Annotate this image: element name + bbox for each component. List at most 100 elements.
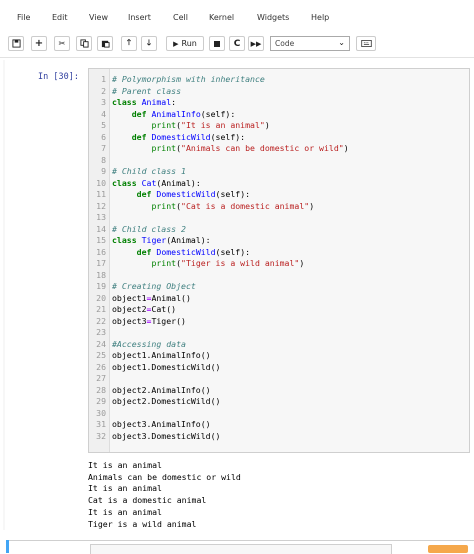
menu-cell[interactable]: Cell	[173, 13, 188, 22]
code-line[interactable]: 16 def DomesticWild(self):	[89, 247, 469, 259]
cell-type-select[interactable]: Code ⌄	[270, 36, 350, 51]
run-icon: ▶	[173, 39, 179, 48]
code-line[interactable]: 19 # Creating Object	[89, 281, 469, 293]
menu-help[interactable]: Help	[311, 13, 329, 22]
code-text: def DomesticWild(self):	[136, 246, 251, 257]
output-line: Tiger is a wild animal	[88, 518, 197, 529]
line-number: 21	[96, 304, 106, 314]
code-line[interactable]: 22 object3=Tiger()	[89, 316, 469, 328]
code-text: object3.DomesticWild()	[112, 430, 221, 441]
code-line[interactable]: 26 object1.DomesticWild()	[89, 362, 469, 374]
code-text: class Cat(Animal):	[112, 177, 201, 188]
toolbar: + ✂ 🡑 🡓 ▶ Run C ▶▶ Code ⌄	[0, 30, 474, 56]
run-label: Run	[181, 39, 197, 48]
code-text: object3=Tiger()	[112, 315, 186, 326]
line-number: 28	[96, 384, 106, 395]
code-line[interactable]: 23	[89, 327, 469, 339]
restart-button[interactable]: C	[229, 36, 245, 51]
code-line[interactable]: 12 print("Cat is a domestic animal")	[89, 201, 469, 213]
line-number: 32	[96, 430, 106, 441]
code-text: object1=Animal()	[112, 292, 191, 303]
line-number: 23	[96, 327, 106, 337]
paste-button[interactable]	[97, 36, 113, 51]
code-line[interactable]: 1 # Polymorphism with inheritance	[89, 74, 469, 86]
code-line[interactable]: 31 object3.AnimalInfo()	[89, 419, 469, 431]
input-prompt: In [30]:	[38, 72, 79, 82]
code-line[interactable]: 25 object1.AnimalInfo()	[89, 350, 469, 362]
move-down-button[interactable]: 🡓	[141, 36, 157, 51]
menu-file[interactable]: File	[17, 13, 30, 22]
line-number: 27	[96, 373, 106, 383]
paste-icon	[101, 40, 110, 48]
stop-icon	[214, 40, 220, 47]
plus-icon: +	[34, 38, 44, 49]
line-number: 12	[96, 200, 106, 211]
code-line[interactable]: 14 # Child class 2	[89, 224, 469, 236]
line-number: 10	[96, 177, 106, 188]
menu-insert[interactable]: Insert	[128, 13, 151, 22]
code-line[interactable]: 4 def AnimalInfo(self):	[89, 109, 469, 121]
code-text: object1.AnimalInfo()	[112, 350, 211, 360]
code-text: # Child class 2	[112, 223, 186, 234]
move-up-button[interactable]: 🡑	[121, 36, 137, 51]
code-line[interactable]: 13	[89, 212, 469, 224]
code-line[interactable]: 5 print("It is an animal")	[89, 120, 469, 132]
line-number: 24	[96, 338, 106, 349]
save-icon	[11, 39, 21, 48]
code-line[interactable]: 7 print("Animals can be domestic or wild…	[89, 143, 469, 155]
code-line[interactable]: 32 object3.DomesticWild()	[89, 431, 469, 443]
interrupt-button[interactable]	[209, 36, 225, 51]
line-number: 20	[96, 292, 106, 303]
code-line[interactable]: 20 object1=Animal()	[89, 293, 469, 305]
code-line[interactable]: 17 print("Tiger is a wild animal")	[89, 258, 469, 270]
menu-bar: File Edit View Insert Cell Kernel Widget…	[0, 0, 474, 30]
code-line[interactable]: 15 class Tiger(Animal):	[89, 235, 469, 247]
code-text: object1.DomesticWild()	[112, 361, 221, 372]
code-line[interactable]: 28 object2.AnimalInfo()	[89, 385, 469, 397]
fast-forward-icon: ▶▶	[250, 39, 262, 48]
toolbar-divider	[0, 57, 474, 58]
line-number: 19	[96, 281, 106, 291]
run-button[interactable]: ▶ Run	[166, 36, 204, 51]
line-number: 22	[96, 315, 106, 326]
code-text: object2.AnimalInfo()	[112, 384, 211, 395]
insert-cell-button[interactable]: +	[31, 36, 47, 51]
code-line[interactable]: 30	[89, 408, 469, 420]
code-line[interactable]: 6 def DomesticWild(self):	[89, 132, 469, 144]
cell-selection-bar	[3, 60, 5, 530]
command-palette-button[interactable]	[356, 36, 376, 51]
chevron-down-icon: ⌄	[338, 38, 345, 47]
next-cell-editor[interactable]	[90, 544, 392, 554]
code-line[interactable]: 24 #Accessing data	[89, 339, 469, 351]
code-line[interactable]: 11 def DomesticWild(self):	[89, 189, 469, 201]
code-text: object3.AnimalInfo()	[112, 419, 211, 429]
code-line[interactable]: 2 # Parent class	[89, 86, 469, 98]
menu-edit[interactable]: Edit	[52, 13, 68, 22]
code-line[interactable]: 8	[89, 155, 469, 167]
menu-kernel[interactable]: Kernel	[209, 13, 234, 22]
code-line[interactable]: 29 object2.DomesticWild()	[89, 396, 469, 408]
copy-button[interactable]	[76, 36, 92, 51]
save-button[interactable]	[8, 36, 24, 51]
code-line[interactable]: 21 object2=Cat()	[89, 304, 469, 316]
code-line[interactable]: 3 class Animal:	[89, 97, 469, 109]
code-text: def AnimalInfo(self):	[131, 108, 236, 119]
code-editor[interactable]: 1 # Polymorphism with inheritance 2 # Paren…	[88, 68, 470, 453]
code-line[interactable]: 10 class Cat(Animal):	[89, 178, 469, 190]
code-line[interactable]: 9 # Child class 1	[89, 166, 469, 178]
code-line[interactable]: 27	[89, 373, 469, 385]
restart-run-all-button[interactable]: ▶▶	[248, 36, 264, 51]
menu-widgets[interactable]: Widgets	[257, 13, 289, 22]
output-line: Cat is a domestic animal	[88, 495, 207, 506]
line-number: 29	[96, 396, 106, 406]
code-text: #Accessing data	[112, 338, 186, 349]
line-number: 4	[101, 108, 106, 119]
cell-type-value: Code	[275, 39, 295, 48]
cut-button[interactable]: ✂	[54, 36, 70, 51]
menu-view[interactable]: View	[89, 13, 108, 22]
arrow-up-icon: 🡑	[126, 37, 132, 47]
next-cell[interactable]	[6, 540, 474, 554]
code-line[interactable]: 18	[89, 270, 469, 282]
code-text: print("It is an animal")	[151, 120, 270, 130]
keyboard-icon	[360, 40, 372, 47]
